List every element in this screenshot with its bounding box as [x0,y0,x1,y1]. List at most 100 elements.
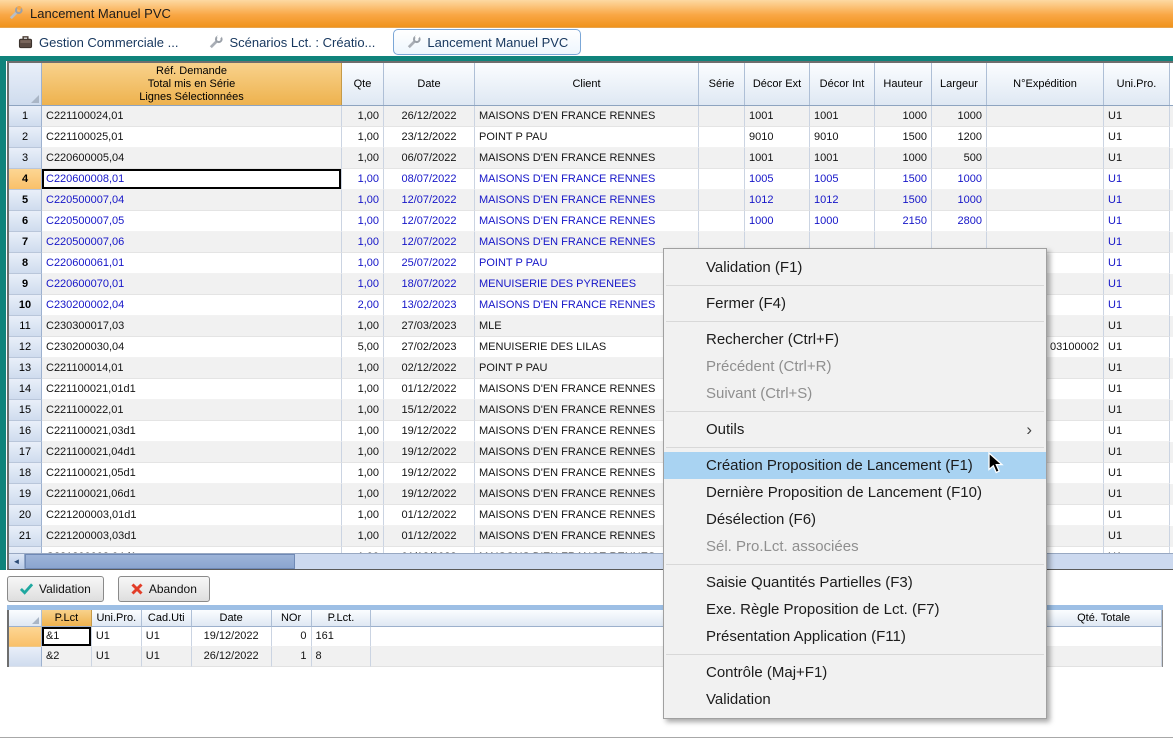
cell-largeur[interactable]: 1000 [932,190,987,211]
cell-unipro[interactable]: U1 [92,627,142,647]
cell-num[interactable]: 10 [9,295,42,316]
column-header-decor-ext[interactable]: Décor Ext [745,63,810,105]
cell-hauteur[interactable]: 1500 [875,169,932,190]
column-header-plct2[interactable]: P.Lct. [312,610,372,627]
cell-serie[interactable] [699,106,745,127]
cell-num[interactable]: 15 [9,400,42,421]
cell-date[interactable]: 27/03/2023 [384,316,475,337]
cell-num[interactable]: 19 [9,484,42,505]
cell-ref[interactable]: C221100024,01 [42,106,342,127]
table-row[interactable]: 1C221100024,011,0026/12/2022MAISONS D'EN… [9,106,1173,127]
cell-date[interactable]: 12/07/2022 [384,190,475,211]
cell-serie[interactable] [699,211,745,232]
cell-date[interactable]: 18/07/2022 [384,274,475,295]
cell-hauteur[interactable]: 2150 [875,211,932,232]
cell-unipro[interactable]: U1 [1104,526,1170,547]
cell-qte[interactable]: 1,00 [342,505,384,526]
cell-hauteur[interactable]: 1000 [875,106,932,127]
menu-item[interactable]: Outils› [664,416,1046,443]
column-header-expedition[interactable]: N°Expédition [987,63,1104,105]
column-header-nor[interactable]: NOr [272,610,312,627]
cell-num[interactable]: 9 [9,274,42,295]
cell-qte[interactable]: 1,00 [342,316,384,337]
cell-date[interactable]: 01/12/2022 [384,547,475,553]
cell-decor_ext[interactable]: 1005 [745,169,810,190]
cell-ref[interactable]: C221100025,01 [42,127,342,148]
cell-date[interactable]: 01/12/2022 [384,505,475,526]
cell-qte[interactable]: 1,00 [342,379,384,400]
cell-ref[interactable]: C220500007,06 [42,232,342,253]
cell-qte[interactable]: 1,00 [342,421,384,442]
table-row[interactable]: 5C220500007,041,0012/07/2022MAISONS D'EN… [9,190,1173,211]
cell-ref[interactable]: C221200003,04d1 [42,547,342,553]
cell-date[interactable]: 25/07/2022 [384,253,475,274]
table-row[interactable]: 4C220600008,011,0008/07/2022MAISONS D'EN… [9,169,1173,190]
menu-item[interactable]: Fermer (F4) [664,290,1046,317]
row-indicator[interactable] [9,627,42,647]
cell-qte[interactable]: 1,00 [342,232,384,253]
cell-qte[interactable]: 5,00 [342,337,384,358]
cell-qte_totale[interactable] [1046,647,1162,667]
cell-date[interactable]: 13/02/2023 [384,295,475,316]
cell-ref[interactable]: C221100021,06d1 [42,484,342,505]
cell-hauteur[interactable]: 1000 [875,148,932,169]
scroll-left-arrow-icon[interactable]: ◄ [9,554,25,569]
column-header-date[interactable]: Date [192,610,272,627]
column-header-plct[interactable]: P.Lct [42,610,92,627]
cell-plct2[interactable]: 161 [312,627,372,647]
cell-unipro[interactable]: U1 [1104,484,1170,505]
cell-num[interactable]: 3 [9,148,42,169]
cell-qte[interactable]: 1,00 [342,148,384,169]
cell-num[interactable]: 7 [9,232,42,253]
menu-item[interactable]: Exe. Règle Proposition de Lct. (F7) [664,596,1046,623]
column-header-client[interactable]: Client [475,63,699,105]
cell-unipro[interactable]: U1 [1104,169,1170,190]
cell-unipro[interactable]: U1 [1104,190,1170,211]
cell-qte[interactable]: 1,00 [342,274,384,295]
cell-qte_totale[interactable] [1046,627,1162,647]
cell-qte[interactable]: 1,00 [342,484,384,505]
cell-serie[interactable] [699,127,745,148]
column-header-largeur[interactable]: Largeur [932,63,987,105]
cell-date[interactable]: 19/12/2022 [384,421,475,442]
cell-ref[interactable]: C221200003,01d1 [42,505,342,526]
cell-nor[interactable]: 0 [272,627,312,647]
bottom-select-all-corner[interactable] [9,610,42,627]
cell-hauteur[interactable]: 1500 [875,190,932,211]
cell-expedition[interactable] [987,127,1104,148]
cell-serie[interactable] [699,169,745,190]
table-row[interactable]: 3C220600005,041,0006/07/2022MAISONS D'EN… [9,148,1173,169]
cell-ref[interactable]: C230300017,03 [42,316,342,337]
cell-qte[interactable]: 1,00 [342,190,384,211]
cell-unipro[interactable]: U1 [1104,232,1170,253]
cell-num[interactable]: 6 [9,211,42,232]
cell-num[interactable]: 8 [9,253,42,274]
cell-unipro[interactable]: U1 [1104,358,1170,379]
cell-unipro[interactable]: U1 [1104,400,1170,421]
cell-qte[interactable]: 1,00 [342,442,384,463]
cell-qte[interactable]: 1,00 [342,526,384,547]
cell-unipro[interactable]: U1 [1104,148,1170,169]
cell-decor_ext[interactable]: 9010 [745,127,810,148]
cell-unipro[interactable]: U1 [1104,421,1170,442]
cell-num[interactable]: 1 [9,106,42,127]
cell-date[interactable]: 27/02/2023 [384,337,475,358]
cell-unipro[interactable]: U1 [1104,463,1170,484]
cell-num[interactable]: 14 [9,379,42,400]
cell-ref[interactable]: C221200003,03d1 [42,526,342,547]
cell-qte[interactable]: 1,00 [342,169,384,190]
cell-num[interactable]: 5 [9,190,42,211]
cell-unipro[interactable]: U1 [1104,211,1170,232]
cell-decor_ext[interactable]: 1012 [745,190,810,211]
column-header-unipro[interactable]: Uni.Pro. [1104,63,1170,105]
column-header-date[interactable]: Date [384,63,475,105]
cell-decor_int[interactable]: 1005 [810,169,875,190]
cell-unipro[interactable]: U1 [92,647,142,667]
column-header-decor-int[interactable]: Décor Int [810,63,875,105]
menu-item[interactable]: Désélection (F6) [664,506,1046,533]
cell-largeur[interactable]: 1200 [932,127,987,148]
menu-item[interactable]: Présentation Application (F11) [664,623,1046,650]
column-header-qte[interactable]: Qte [342,63,384,105]
cell-qte[interactable]: 1,00 [342,463,384,484]
cell-num[interactable]: 4 [9,169,42,190]
